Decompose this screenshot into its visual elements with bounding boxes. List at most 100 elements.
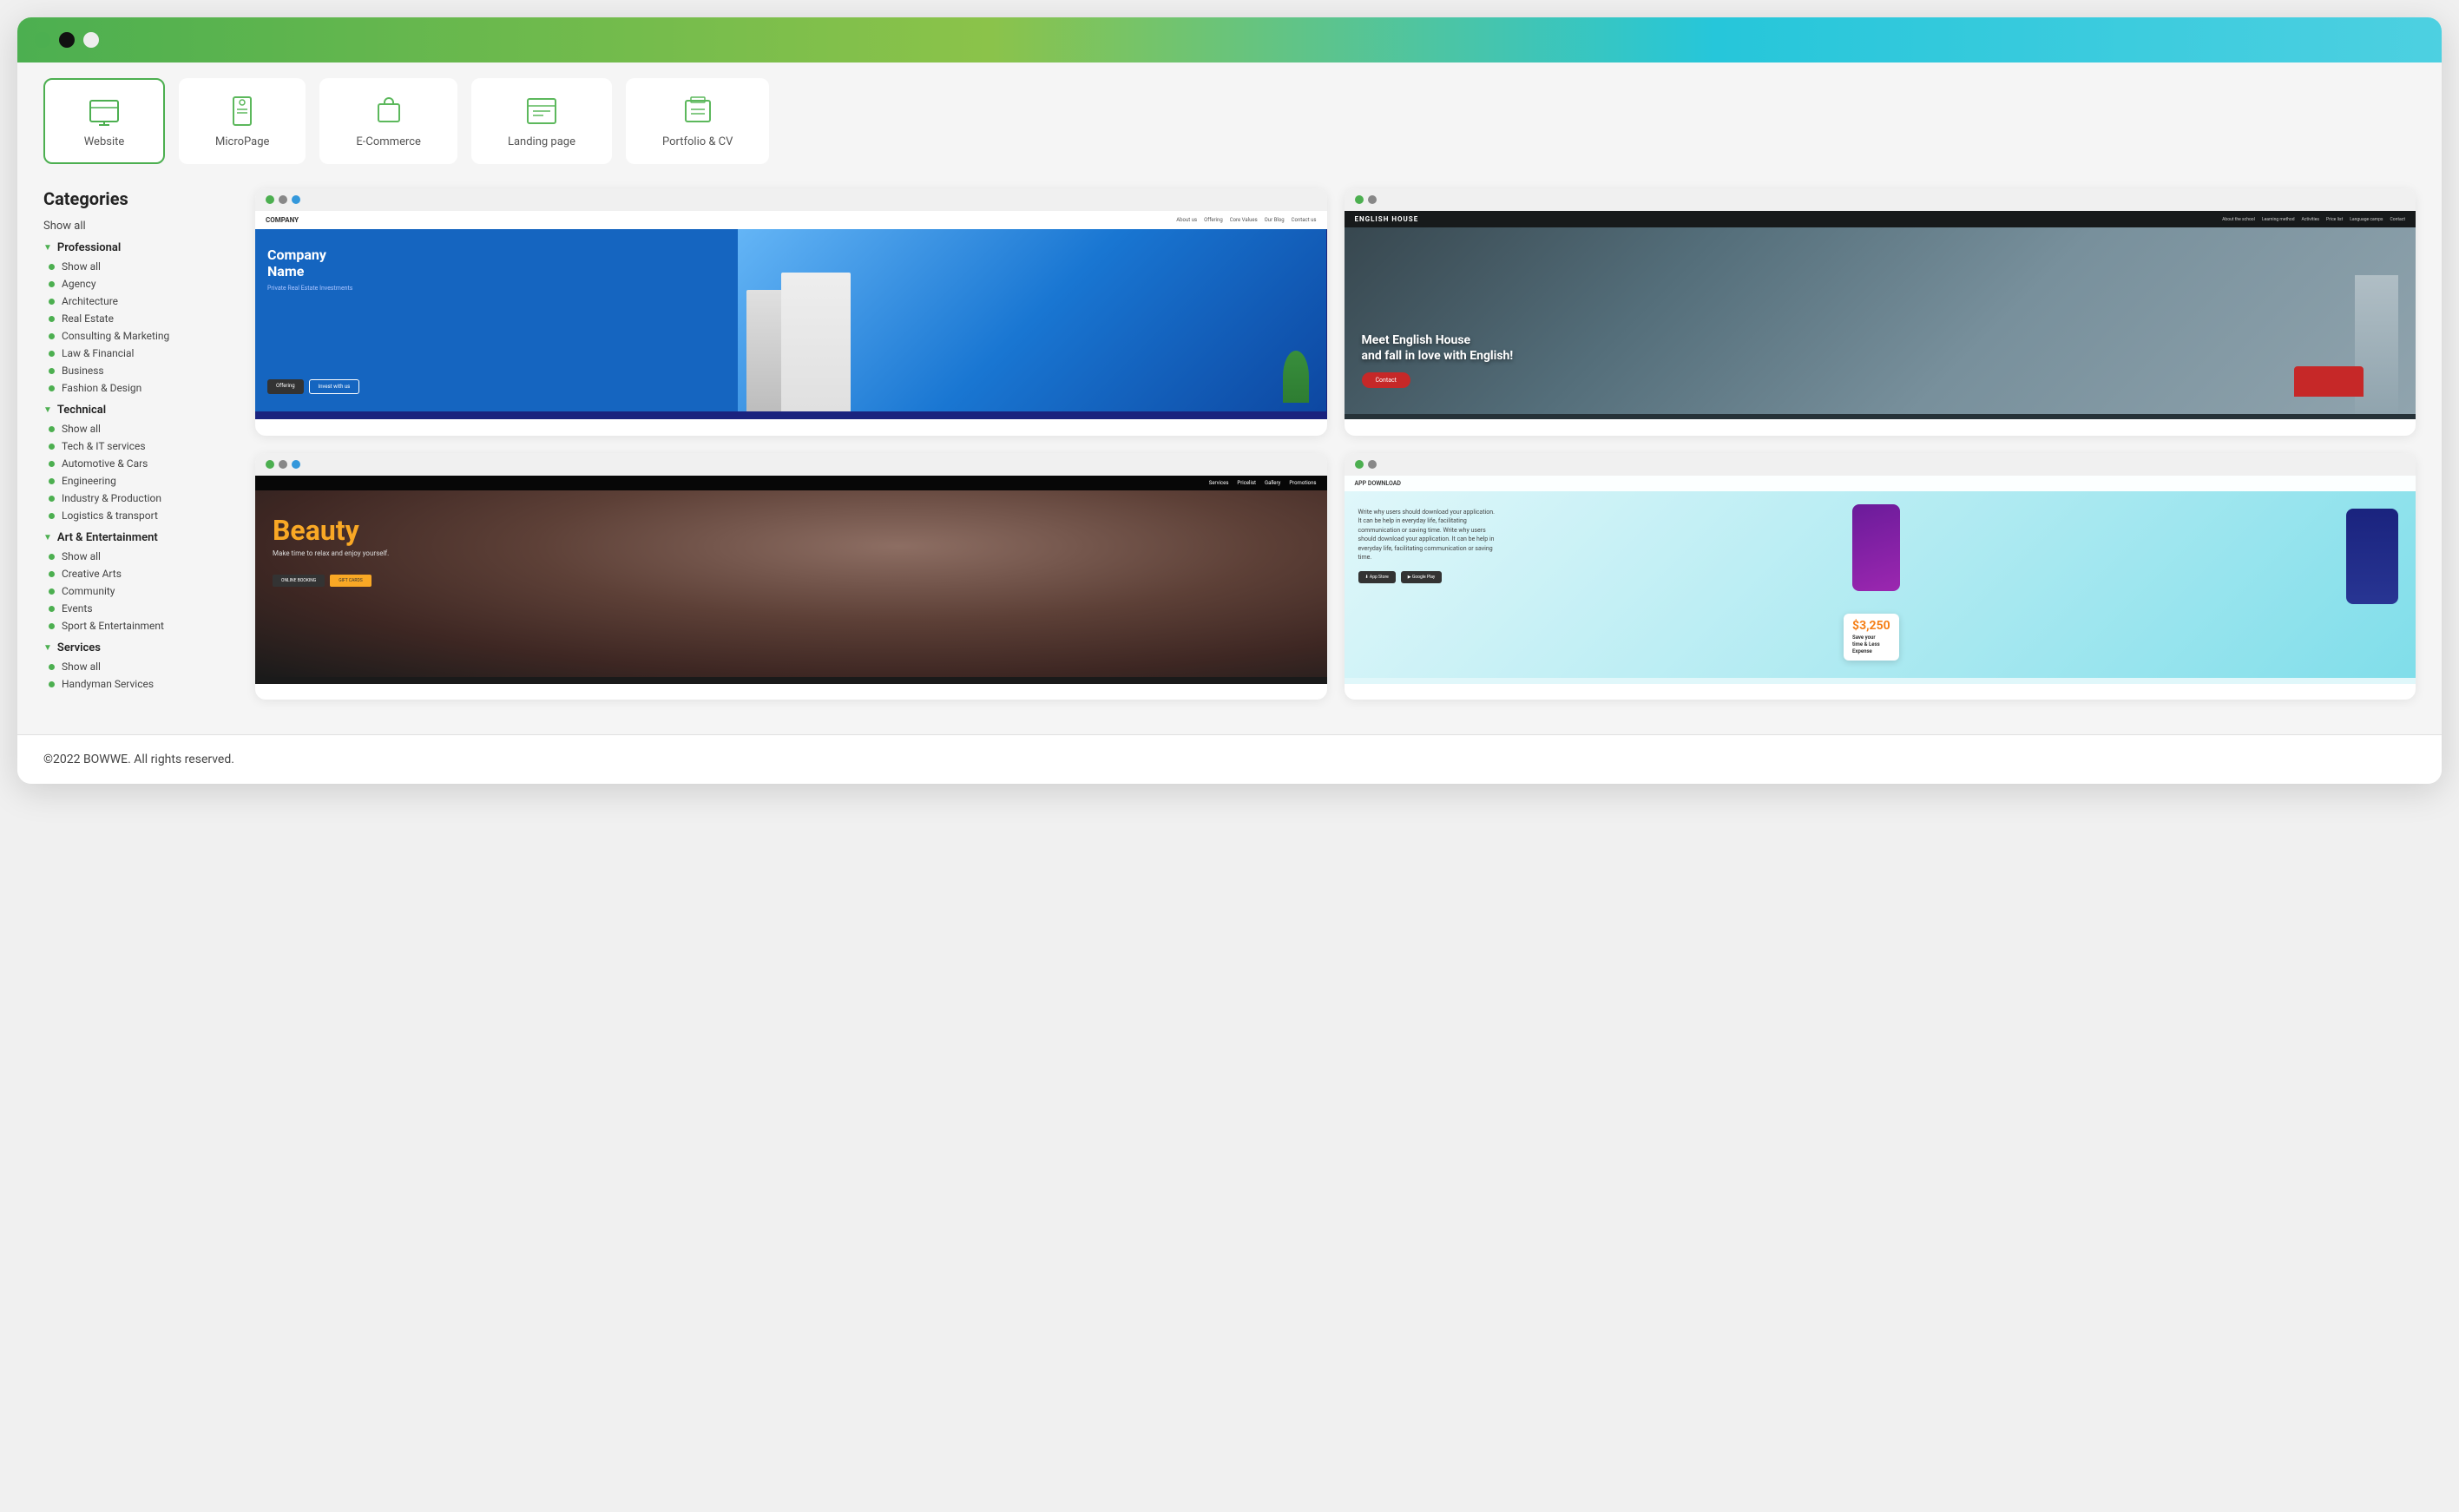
browser-titlebar bbox=[17, 17, 2442, 62]
chevron-services: ▼ bbox=[43, 643, 52, 653]
tab-ecommerce[interactable]: E-Commerce bbox=[319, 78, 457, 164]
sidebar-item-logistics[interactable]: Logistics & transport bbox=[49, 507, 234, 524]
card1-image bbox=[738, 229, 1327, 411]
tab-website[interactable]: Website bbox=[43, 78, 165, 164]
sidebar-item-realestate[interactable]: Real Estate bbox=[49, 310, 234, 327]
sidebar-item-art-showall[interactable]: Show all bbox=[49, 548, 234, 565]
browser-content: Website MicroPage E-Commerce bbox=[17, 62, 2442, 784]
card-dots-app bbox=[1345, 453, 2416, 476]
card1-subtitle: Private Real Estate Investments bbox=[267, 285, 726, 292]
template-card-app[interactable]: APP DOWNLOAD Write why users should down… bbox=[1345, 453, 2416, 700]
card-preview-app: APP DOWNLOAD Write why users should down… bbox=[1345, 476, 2416, 684]
sidebar-section-header-technical[interactable]: ▼ Technical bbox=[43, 404, 234, 417]
card3-subtitle: Make time to relax and enjoy yourself. bbox=[273, 549, 389, 557]
card4-nav: APP DOWNLOAD bbox=[1345, 476, 2416, 491]
ecommerce-icon bbox=[371, 94, 406, 128]
sidebar-section-technical: ▼ Technical Show all Tech & IT services … bbox=[43, 404, 234, 524]
sidebar-item-law[interactable]: Law & Financial bbox=[49, 345, 234, 362]
dot-gray-app bbox=[1368, 460, 1377, 469]
tab-micropage[interactable]: MicroPage bbox=[179, 78, 306, 164]
card-dots-company bbox=[255, 188, 1327, 211]
dot-gray-english bbox=[1368, 195, 1377, 204]
dot-green-app bbox=[1355, 460, 1364, 469]
sidebar-item-business[interactable]: Business bbox=[49, 362, 234, 379]
footer: ©2022 BOWWE. All rights reserved. bbox=[17, 734, 2442, 784]
template-card-beauty[interactable]: Services Pricelist Gallery Promotions Be… bbox=[255, 453, 1327, 700]
card3-bg bbox=[255, 490, 1327, 677]
dot-blue-beauty bbox=[292, 460, 300, 469]
sidebar-section-label-art: Art & Entertainment bbox=[57, 531, 158, 544]
card3-btn2: GIFT CARDS bbox=[330, 575, 371, 587]
dot-black bbox=[59, 32, 75, 48]
sidebar-item-handyman[interactable]: Handyman Services bbox=[49, 675, 234, 693]
card1-content: CompanyName Private Real Estate Investme… bbox=[255, 229, 738, 411]
tab-micropage-label: MicroPage bbox=[215, 135, 269, 148]
sidebar-item-professional-showall[interactable]: Show all bbox=[49, 258, 234, 275]
sidebar-item-industry[interactable]: Industry & Production bbox=[49, 490, 234, 507]
palm-tree bbox=[1283, 351, 1309, 403]
sidebar-section-header-art[interactable]: ▼ Art & Entertainment bbox=[43, 531, 234, 544]
sidebar-item-creativearts[interactable]: Creative Arts bbox=[49, 565, 234, 582]
sidebar-item-architecture[interactable]: Architecture bbox=[49, 293, 234, 310]
card4-phones: $3,250 Save yourtime & LessExpense bbox=[1826, 491, 2416, 678]
card2-headline: Meet English Houseand fall in love with … bbox=[1362, 332, 1514, 364]
dot-green bbox=[35, 32, 50, 48]
card3-btn1: ONLINE BOOKING bbox=[273, 575, 325, 587]
sidebar-item-events[interactable]: Events bbox=[49, 600, 234, 617]
card2-logo: ENGLISH HOUSE bbox=[1355, 215, 1419, 223]
sidebar-section-label-technical: Technical bbox=[57, 404, 106, 417]
save-amount: $3,250 bbox=[1852, 619, 1890, 633]
landingpage-icon bbox=[524, 94, 559, 128]
card1-links: About us Offering Core Values Our Blog C… bbox=[1176, 217, 1316, 223]
card1-btn2: Invest with us bbox=[309, 379, 360, 394]
google-play-btn: ▶ Google Play bbox=[1401, 571, 1443, 583]
card4-hero: Write why users should download your app… bbox=[1345, 491, 2416, 678]
card2-text: Meet English Houseand fall in love with … bbox=[1362, 332, 1514, 388]
sidebar-item-automotive[interactable]: Automotive & Cars bbox=[49, 455, 234, 472]
sidebar-show-all[interactable]: Show all bbox=[43, 220, 234, 233]
building2 bbox=[781, 273, 851, 411]
browser-window: Website MicroPage E-Commerce bbox=[17, 17, 2442, 784]
tab-landingpage-label: Landing page bbox=[508, 135, 575, 148]
chevron-art: ▼ bbox=[43, 533, 52, 542]
sidebar-item-agency[interactable]: Agency bbox=[49, 275, 234, 293]
card3-hero: Beauty Make time to relax and enjoy your… bbox=[255, 490, 1327, 677]
card1-hero: CompanyName Private Real Estate Investme… bbox=[255, 229, 1327, 411]
sidebar-item-fashion[interactable]: Fashion & Design bbox=[49, 379, 234, 397]
card-dots-english bbox=[1345, 188, 2416, 211]
sidebar-section-art: ▼ Art & Entertainment Show all Creative … bbox=[43, 531, 234, 634]
tab-landingpage[interactable]: Landing page bbox=[471, 78, 612, 164]
website-icon bbox=[87, 94, 122, 128]
sidebar-services-items: Show all Handyman Services bbox=[49, 658, 234, 693]
chevron-technical: ▼ bbox=[43, 405, 52, 415]
card3-title: Beauty bbox=[273, 516, 389, 544]
dot-gray-company bbox=[279, 195, 287, 204]
sidebar-technical-items: Show all Tech & IT services Automotive &… bbox=[49, 420, 234, 524]
tab-portfolio[interactable]: Portfolio & CV bbox=[626, 78, 769, 164]
bus bbox=[2294, 366, 2364, 397]
sidebar-item-community[interactable]: Community bbox=[49, 582, 234, 600]
tab-portfolio-label: Portfolio & CV bbox=[662, 135, 733, 148]
card2-links: About the school Learning method Activit… bbox=[2222, 217, 2405, 222]
tab-website-label: Website bbox=[84, 135, 125, 148]
sidebar-section-header-services[interactable]: ▼ Services bbox=[43, 641, 234, 654]
sidebar-item-consulting[interactable]: Consulting & Marketing bbox=[49, 327, 234, 345]
card1-buttons: Offering Invest with us bbox=[267, 379, 726, 394]
template-card-company[interactable]: COMPANY About us Offering Core Values Ou… bbox=[255, 188, 1327, 436]
card-dots-beauty bbox=[255, 453, 1327, 476]
app-store-btn: ⬇ App Store bbox=[1358, 571, 1396, 583]
sidebar-item-techit[interactable]: Tech & IT services bbox=[49, 437, 234, 455]
sidebar-item-services-showall[interactable]: Show all bbox=[49, 658, 234, 675]
footer-text: ©2022 BOWWE. All rights reserved. bbox=[43, 753, 234, 766]
main-layout: Categories Show all ▼ Professional Show … bbox=[17, 180, 2442, 726]
card3-buttons: ONLINE BOOKING GIFT CARDS bbox=[273, 575, 389, 587]
sidebar-title: Categories bbox=[43, 188, 234, 209]
sidebar-item-sport[interactable]: Sport & Entertainment bbox=[49, 617, 234, 634]
phone-back bbox=[2346, 509, 2398, 604]
sidebar-item-technical-showall[interactable]: Show all bbox=[49, 420, 234, 437]
template-card-englishhouse[interactable]: ENGLISH HOUSE About the school Learning … bbox=[1345, 188, 2416, 436]
sidebar-section-header-professional[interactable]: ▼ Professional bbox=[43, 241, 234, 254]
phone-front bbox=[1852, 504, 1900, 591]
sidebar-item-engineering[interactable]: Engineering bbox=[49, 472, 234, 490]
dot-green-beauty bbox=[266, 460, 274, 469]
